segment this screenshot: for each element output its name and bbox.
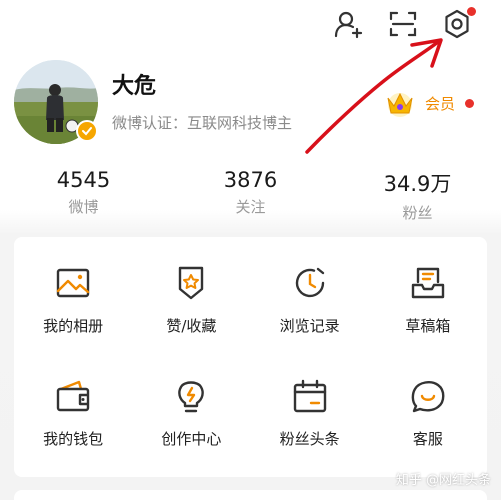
watermark: 知乎 @网红头条 [395, 473, 491, 488]
stat-followers[interactable]: 34.9万 粉丝 [334, 168, 501, 223]
stat-value: 4545 [56, 168, 111, 192]
menu-item-drafts[interactable]: 草稿箱 [369, 265, 487, 378]
stat-posts[interactable]: 4545 微博 [0, 168, 167, 223]
scan-icon[interactable] [387, 8, 419, 40]
menu-label: 赞/收藏 [166, 317, 217, 335]
drafts-tray-icon [411, 267, 445, 299]
menu-item-creator-center[interactable]: 创作中心 [132, 378, 250, 491]
stat-label: 微博 [68, 198, 99, 216]
crown-icon [383, 88, 417, 118]
menu-item-fan-headlines[interactable]: 粉丝头条 [251, 378, 369, 491]
chat-smile-icon [411, 381, 445, 413]
settings-notification-dot [467, 7, 476, 16]
member-entry[interactable]: 会员 [383, 88, 474, 118]
lightbulb-icon [178, 381, 205, 413]
next-card [14, 490, 487, 500]
menu-label: 我的钱包 [43, 430, 104, 448]
menu-item-wallet[interactable]: 我的钱包 [14, 378, 132, 491]
stat-label: 关注 [235, 198, 266, 216]
add-friend-icon[interactable] [333, 8, 365, 40]
verified-badge-icon [76, 120, 98, 142]
menu-label: 客服 [412, 430, 443, 448]
menu-item-favorites[interactable]: 赞/收藏 [132, 265, 250, 378]
stat-value: 34.9万 [383, 172, 452, 196]
calendar-icon [293, 379, 326, 413]
member-label: 会员 [424, 94, 455, 113]
menu-label: 浏览记录 [279, 317, 340, 335]
member-notification-dot [465, 98, 474, 108]
menu-item-history[interactable]: 浏览记录 [251, 265, 369, 378]
photo-album-icon [56, 268, 90, 298]
favorite-icon [179, 266, 204, 300]
username[interactable]: 大危 [112, 68, 156, 100]
stats-bar: 4545 微博 3876 关注 34.9万 粉丝 [0, 168, 501, 223]
menu-item-album[interactable]: 我的相册 [14, 265, 132, 378]
menu-label: 草稿箱 [405, 317, 451, 335]
verification-text: 微博认证：互联网科技博主 [112, 114, 293, 132]
stat-label: 粉丝 [402, 204, 433, 222]
menu-label: 粉丝头条 [279, 430, 340, 448]
menu-card: 我的相册 赞/收藏 浏览记录 草稿箱 我的钱包 创作中心 粉丝头条 客服 [14, 237, 487, 477]
stat-value: 3876 [223, 168, 278, 192]
menu-label: 我的相册 [43, 317, 104, 335]
wallet-icon [56, 380, 90, 412]
stat-following[interactable]: 3876 关注 [167, 168, 334, 223]
menu-label: 创作中心 [161, 430, 222, 448]
settings-icon[interactable] [441, 7, 476, 40]
profile-header: 大危 微博认证：互联网科技博主 会员 [14, 60, 494, 150]
history-clock-icon [295, 267, 324, 298]
top-toolbar [333, 7, 476, 40]
